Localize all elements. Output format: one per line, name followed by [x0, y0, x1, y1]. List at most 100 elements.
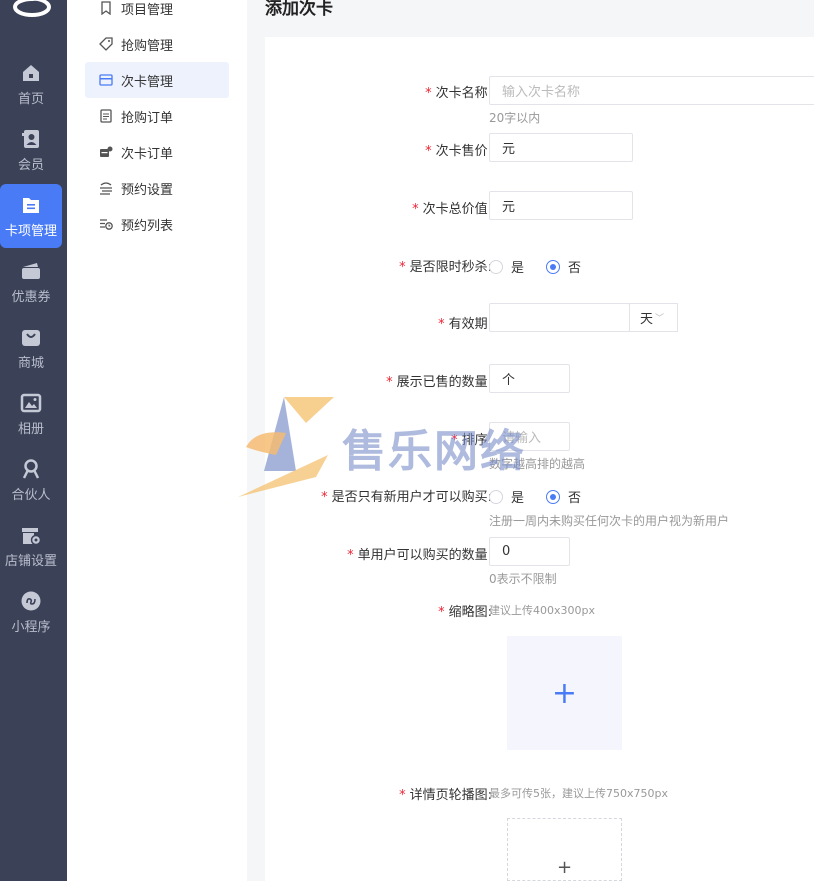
card-icon — [99, 74, 113, 86]
submenu-item-reservation-list[interactable]: 预约列表 — [85, 206, 229, 242]
required-mark: * — [321, 490, 328, 505]
sort-input[interactable]: 请输入 — [489, 422, 570, 451]
submenu-item-label: 抢购管理 — [121, 38, 174, 54]
required-mark: * — [451, 433, 458, 448]
rail-item-label: 合伙人 — [11, 488, 51, 503]
required-mark: * — [412, 202, 419, 217]
miniprogram-icon — [21, 591, 41, 611]
validity-label: * 有效期: — [438, 317, 492, 332]
validity-unit-value: 天 — [640, 312, 654, 327]
rail-item-card-manage[interactable]: 卡项管理 — [0, 184, 62, 248]
card-manage-icon — [23, 198, 39, 213]
new-user-yes-radio[interactable] — [489, 489, 503, 504]
submenu-item-label: 预约设置 — [121, 182, 174, 198]
rail-item-label: 小程序 — [11, 620, 51, 635]
required-mark: * — [386, 375, 393, 390]
submenu-item-label: 抢购订单 — [121, 110, 174, 126]
shop-settings-icon — [22, 528, 42, 546]
card-order-icon — [100, 146, 113, 157]
thumbnail-label: * 缩略图: — [438, 605, 492, 620]
rail-item-label: 商城 — [17, 356, 44, 371]
thumbnail-upload-button[interactable]: + — [507, 636, 622, 750]
carousel-upload-button[interactable]: + — [507, 818, 622, 881]
price-label: * 次卡售价: — [425, 144, 492, 159]
rail-item-shop-settings[interactable]: 店铺设置 — [0, 514, 62, 578]
rail-item-mall[interactable]: 商城 — [0, 316, 62, 380]
flash-sale-radio-group: 是 否 — [489, 257, 595, 276]
rail-item-coupon[interactable]: 优惠券 — [0, 250, 62, 314]
submenu-item-label: 预约列表 — [121, 218, 174, 234]
new-user-radio-group: 是 否 — [489, 487, 595, 506]
secondary-sidebar: 项目管理 抢购管理 次卡管理 抢购订单 次卡订单 预约设置 预约列表 — [67, 0, 247, 881]
name-hint: 20字以内 — [489, 111, 541, 125]
radio-label: 否 — [568, 261, 582, 276]
rail-item-label: 首页 — [17, 92, 44, 107]
required-mark: * — [425, 144, 432, 159]
rail-item-home[interactable]: 首页 — [0, 52, 62, 116]
flash-sale-label: * 是否限时秒杀: — [399, 260, 492, 275]
name-label: * 次卡名称: — [425, 86, 492, 101]
total-value-label: * 次卡总价值: — [412, 202, 492, 217]
tag-icon — [99, 37, 113, 51]
total-value-input[interactable]: 元 — [489, 191, 633, 220]
carousel-label: * 详情页轮播图: — [399, 788, 492, 803]
partner-icon — [22, 459, 40, 479]
required-mark: * — [425, 86, 432, 101]
page-title: 添加次卡 — [265, 0, 333, 19]
new-user-label: * 是否只有新用户才可以购买: — [321, 490, 492, 505]
main-content: 添加次卡 * 次卡名称: 输入次卡名称 20字以内 * 次卡售价: 元 * 次卡总价值… — [247, 0, 814, 881]
coupon-icon — [22, 263, 40, 279]
order-list-icon — [100, 109, 112, 123]
rail-item-album[interactable]: 相册 — [0, 382, 62, 446]
new-user-no-radio[interactable] — [546, 489, 561, 504]
thumbnail-hint: 建议上传400x300px — [489, 604, 595, 617]
rail-item-partner[interactable]: 合伙人 — [0, 448, 62, 512]
chevron-down-icon: ﹀ — [655, 314, 665, 324]
reservation-settings-icon — [100, 182, 112, 195]
submenu-item-punch-card[interactable]: 次卡管理 — [85, 62, 229, 98]
rail-item-miniprogram[interactable]: 小程序 — [0, 580, 62, 644]
submenu-item-label: 次卡管理 — [121, 74, 174, 90]
reservation-list-icon — [100, 219, 113, 230]
home-icon — [23, 65, 39, 81]
required-mark: * — [399, 260, 406, 275]
submenu-item-project[interactable]: 项目管理 — [85, 0, 229, 26]
radio-label: 否 — [568, 491, 582, 506]
card-name-input[interactable]: 输入次卡名称 — [489, 76, 814, 105]
required-mark: * — [438, 605, 445, 620]
validity-unit-select[interactable]: 天 ﹀ — [629, 303, 678, 332]
submenu-item-flash-sale[interactable]: 抢购管理 — [85, 26, 229, 62]
rail-item-label: 优惠券 — [11, 290, 51, 305]
rail-item-label: 店铺设置 — [4, 554, 57, 569]
primary-sidebar: 首页 会员 卡项管理 优惠券 商城 相册 合伙人 店铺设置 小程序 — [0, 0, 67, 881]
flash-sale-yes-radio[interactable] — [489, 259, 503, 274]
radio-label: 是 — [511, 261, 525, 276]
plus-icon: + — [556, 857, 573, 878]
submenu-item-card-orders[interactable]: 次卡订单 — [85, 134, 229, 170]
required-mark: * — [399, 788, 406, 803]
required-mark: * — [438, 317, 445, 332]
submenu-item-label: 项目管理 — [121, 2, 174, 18]
form-card: * 次卡名称: 输入次卡名称 20字以内 * 次卡售价: 元 * 次卡总价值: 元 *… — [265, 37, 814, 881]
validity-input[interactable] — [489, 303, 630, 332]
sold-count-input[interactable]: 个 — [489, 364, 570, 393]
logo-icon — [13, 0, 51, 17]
member-icon — [22, 130, 39, 148]
flash-sale-no-radio[interactable] — [546, 259, 561, 274]
rail-item-label: 会员 — [17, 158, 44, 173]
purchase-limit-input[interactable]: 0 — [489, 537, 570, 566]
radio-label: 是 — [511, 491, 525, 506]
submenu-item-reservation-settings[interactable]: 预约设置 — [85, 170, 229, 206]
plus-icon: + — [551, 675, 578, 711]
album-icon — [20, 393, 42, 413]
purchase-limit-hint: 0表示不限制 — [489, 572, 557, 586]
rail-item-label: 相册 — [17, 422, 44, 437]
price-input[interactable]: 元 — [489, 133, 633, 162]
sold-count-label: * 展示已售的数量: — [386, 375, 492, 390]
rail-item-member[interactable]: 会员 — [0, 118, 62, 182]
carousel-hint: 最多可传5张，建议上传750x750px — [489, 787, 668, 800]
bookmark-icon — [101, 1, 111, 15]
submenu-item-label: 次卡订单 — [121, 146, 174, 162]
new-user-hint: 注册一周内未购买任何次卡的用户视为新用户 — [489, 514, 730, 528]
submenu-item-flash-orders[interactable]: 抢购订单 — [85, 98, 229, 134]
